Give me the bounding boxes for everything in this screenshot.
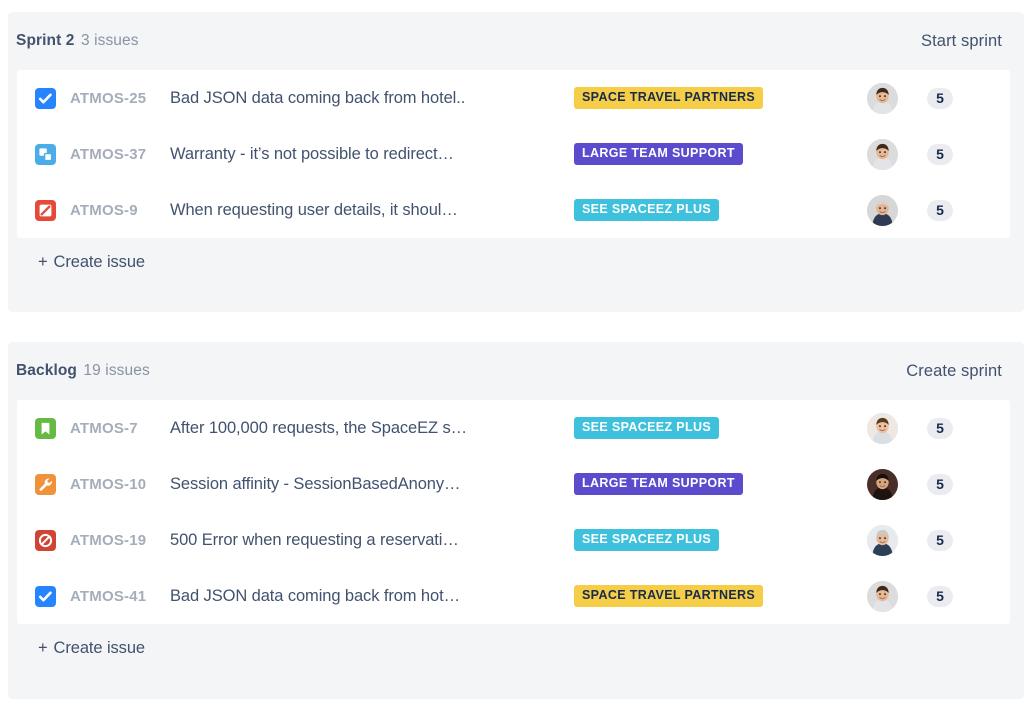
- story-points-cell: 5: [910, 529, 970, 551]
- create-sprint-button[interactable]: Create sprint: [900, 358, 1008, 385]
- story-bookmark-icon: [35, 417, 56, 439]
- epic-badge[interactable]: SPACE TRAVEL PARTNERS: [574, 585, 764, 607]
- section-backlog: Backlog 19 issues Create sprint ATMOS-7 A…: [8, 342, 1024, 699]
- assignee-cell: [854, 138, 910, 170]
- issue-key[interactable]: ATMOS-7: [70, 420, 170, 437]
- story-points-badge[interactable]: 5: [927, 199, 953, 221]
- section-header: Sprint 2 3 issues Start sprint: [8, 12, 1024, 70]
- assignee-cell: [854, 194, 910, 226]
- avatar[interactable]: [866, 82, 898, 114]
- start-sprint-button[interactable]: Start sprint: [915, 28, 1008, 55]
- epic-badge[interactable]: SPACE TRAVEL PARTNERS: [574, 87, 764, 109]
- epic-badge[interactable]: LARGE TEAM SUPPORT: [574, 473, 743, 495]
- subtask-icon: [35, 143, 56, 165]
- assignee-cell: [854, 524, 910, 556]
- issue-row[interactable]: ATMOS-7 After 100,000 requests, the Space…: [17, 400, 1010, 456]
- story-points-cell: 5: [910, 417, 970, 439]
- create-issue-label: Create issue: [53, 253, 146, 271]
- assignee-cell: [854, 580, 910, 612]
- issue-summary[interactable]: 500 Error when requesting a reservati…: [170, 531, 574, 550]
- issue-summary[interactable]: When requesting user details, it shoul…: [170, 201, 574, 220]
- story-points-badge[interactable]: 5: [927, 529, 953, 551]
- issue-row[interactable]: ATMOS-37 Warranty - it’s not possible to …: [17, 126, 1010, 182]
- epic-badge[interactable]: LARGE TEAM SUPPORT: [574, 143, 743, 165]
- avatar[interactable]: [866, 138, 898, 170]
- plus-icon: +: [38, 639, 48, 657]
- issue-key[interactable]: ATMOS-41: [70, 588, 170, 605]
- story-points-cell: 5: [910, 199, 970, 221]
- section-title: Sprint 2 3 issues: [16, 32, 139, 50]
- avatar[interactable]: [866, 580, 898, 612]
- assignee-cell: [854, 412, 910, 444]
- issue-summary[interactable]: Warranty - it’s not possible to redirect…: [170, 145, 574, 164]
- story-points-badge[interactable]: 5: [927, 417, 953, 439]
- story-points-cell: 5: [910, 585, 970, 607]
- plus-icon: +: [38, 253, 48, 271]
- issue-summary[interactable]: After 100,000 requests, the SpaceEZ s…: [170, 419, 574, 438]
- bug-square-icon: [35, 199, 56, 221]
- issue-row[interactable]: ATMOS-25 Bad JSON data coming back from h…: [17, 70, 1010, 126]
- epic-cell: SPACE TRAVEL PARTNERS: [574, 87, 854, 109]
- backlog-name: Backlog: [16, 362, 77, 379]
- avatar[interactable]: [866, 468, 898, 500]
- issue-summary[interactable]: Session affinity - SessionBasedAnony…: [170, 475, 574, 494]
- epic-cell: LARGE TEAM SUPPORT: [574, 473, 854, 495]
- issue-key[interactable]: ATMOS-9: [70, 202, 170, 219]
- task-check-icon: [35, 585, 56, 607]
- section-sprint-2: Sprint 2 3 issues Start sprint ATMOS-25 B…: [8, 12, 1024, 312]
- bug-circle-icon: [35, 529, 56, 551]
- assignee-cell: [854, 468, 910, 500]
- create-issue-label: Create issue: [53, 639, 146, 657]
- issue-row[interactable]: ATMOS-41 Bad JSON data coming back from h…: [17, 568, 1010, 624]
- issue-key[interactable]: ATMOS-19: [70, 532, 170, 549]
- epic-cell: SEE SPACEEZ PLUS: [574, 417, 854, 439]
- issue-row[interactable]: ATMOS-9 When requesting user details, it …: [17, 182, 1010, 238]
- assignee-cell: [854, 82, 910, 114]
- epic-badge[interactable]: SEE SPACEEZ PLUS: [574, 529, 720, 551]
- section-header: Backlog 19 issues Create sprint: [8, 342, 1024, 400]
- avatar[interactable]: [866, 194, 898, 226]
- create-issue-button-sprint[interactable]: + Create issue: [8, 238, 145, 272]
- epic-cell: SPACE TRAVEL PARTNERS: [574, 585, 854, 607]
- issue-row[interactable]: ATMOS-19 500 Error when requesting a rese…: [17, 512, 1010, 568]
- issue-summary[interactable]: Bad JSON data coming back from hotel..: [170, 89, 574, 108]
- task-check-icon: [35, 87, 56, 109]
- section-title: Backlog 19 issues: [16, 362, 150, 380]
- story-points-badge[interactable]: 5: [927, 87, 953, 109]
- story-points-badge[interactable]: 5: [927, 143, 953, 165]
- story-points-cell: 5: [910, 473, 970, 495]
- epic-cell: LARGE TEAM SUPPORT: [574, 143, 854, 165]
- avatar[interactable]: [866, 524, 898, 556]
- epic-badge[interactable]: SEE SPACEEZ PLUS: [574, 199, 720, 221]
- sprint-issue-count: 3 issues: [80, 32, 139, 49]
- issue-key[interactable]: ATMOS-25: [70, 90, 170, 107]
- story-points-badge[interactable]: 5: [927, 473, 953, 495]
- story-points-cell: 5: [910, 143, 970, 165]
- epic-badge[interactable]: SEE SPACEEZ PLUS: [574, 417, 720, 439]
- issue-key[interactable]: ATMOS-10: [70, 476, 170, 493]
- issue-summary[interactable]: Bad JSON data coming back from hot…: [170, 587, 574, 606]
- story-points-badge[interactable]: 5: [927, 585, 953, 607]
- avatar[interactable]: [866, 412, 898, 444]
- story-points-cell: 5: [910, 87, 970, 109]
- issue-row[interactable]: ATMOS-10 Session affinity - SessionBasedA…: [17, 456, 1010, 512]
- sprint-issue-list: ATMOS-25 Bad JSON data coming back from h…: [17, 70, 1010, 238]
- epic-cell: SEE SPACEEZ PLUS: [574, 529, 854, 551]
- backlog-board: Sprint 2 3 issues Start sprint ATMOS-25 B…: [0, 0, 1024, 711]
- issue-key[interactable]: ATMOS-37: [70, 146, 170, 163]
- task-wrench-icon: [35, 473, 56, 495]
- epic-cell: SEE SPACEEZ PLUS: [574, 199, 854, 221]
- create-issue-button-backlog[interactable]: + Create issue: [8, 624, 145, 658]
- backlog-issue-count: 19 issues: [83, 362, 150, 379]
- backlog-issue-list: ATMOS-7 After 100,000 requests, the Space…: [17, 400, 1010, 624]
- sprint-name: Sprint 2: [16, 32, 75, 49]
